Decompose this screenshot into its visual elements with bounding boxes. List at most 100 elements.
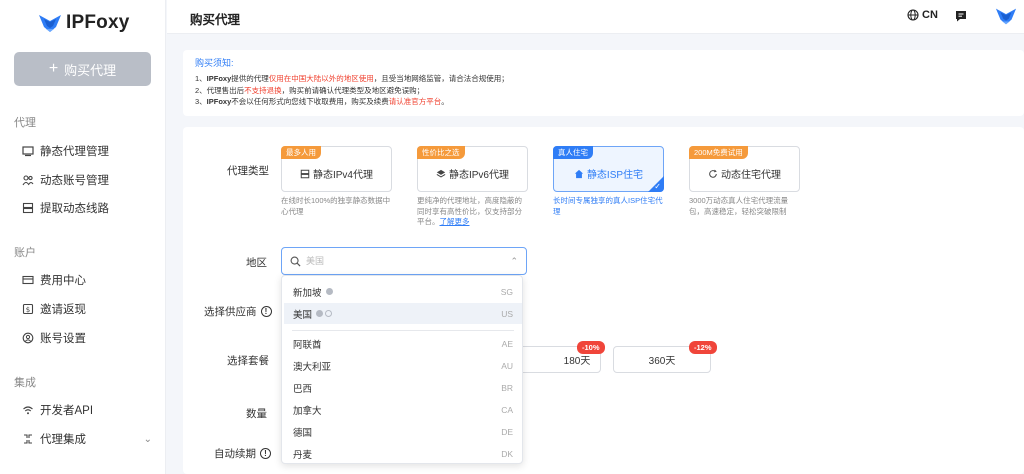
svg-text:$: $ <box>26 306 30 314</box>
top-header: 购买代理 CN <box>167 0 1024 34</box>
sidebar-item-invite[interactable]: $ 邀请返现 <box>22 301 152 317</box>
dollar-box-icon: $ <box>22 303 34 315</box>
section-title-integration: 集成 <box>14 377 36 389</box>
message-button[interactable] <box>954 9 968 26</box>
page-title: 购买代理 <box>190 13 241 27</box>
auto-renew-label: 自动续期 ! <box>214 446 271 461</box>
type-card-dynamic-residential[interactable]: 200M免费试用 动态住宅代理 <box>689 146 800 192</box>
type-desc: 更纯净的代理地址，高度隐蔽的同时享有高性价比，仅支持部分平台。了解更多 <box>417 196 522 226</box>
user-circle-icon <box>22 332 34 344</box>
server-icon <box>22 202 34 214</box>
type-name: 静态IPv4代理 <box>312 170 373 181</box>
notice-line-3: 3、IPFoxy不会以任何形式向您线下收取费用，购买及续费请认准官方平台。 <box>195 97 449 106</box>
region-option-us[interactable]: 美国 US <box>284 303 522 324</box>
region-option-ae[interactable]: 阿联酋 AE <box>284 333 522 354</box>
wifi-icon <box>23 406 33 415</box>
section-title-proxy: 代理 <box>14 117 36 129</box>
layers-icon <box>436 169 446 177</box>
divider <box>292 330 514 331</box>
avatar[interactable] <box>995 6 1017 29</box>
type-name: 静态ISP住宅 <box>586 170 644 181</box>
sidebar: IPFoxy + 购买代理 代理 静态代理管理 动态账号管理 提取动态线路 账户… <box>0 0 166 474</box>
info-icon[interactable]: ! <box>260 448 271 459</box>
buy-proxy-label: 购买代理 <box>64 62 117 78</box>
sidebar-item-dynamic-account[interactable]: 动态账号管理 <box>22 172 152 188</box>
server-icon <box>300 169 310 178</box>
sidebar-item-settings[interactable]: 账号设置 <box>22 330 152 346</box>
region-label: 地区 <box>246 257 267 269</box>
proxy-type-label: 代理类型 <box>227 165 269 177</box>
type-card-static-isp[interactable]: 真人住宅 静态ISP住宅 ✓ <box>553 146 664 192</box>
chevron-down-icon[interactable]: ⌄ <box>144 434 152 445</box>
sidebar-item-billing[interactable]: 费用中心 <box>22 272 152 288</box>
dot-icon <box>316 310 324 317</box>
discount-badge: -10% <box>577 341 605 354</box>
notice-title: 购买须知: <box>195 58 234 68</box>
plus-icon: + <box>48 60 59 77</box>
type-desc: 长时间专属独享的真人ISP住宅代理 <box>553 196 663 216</box>
discount-badge: -12% <box>689 341 717 354</box>
section-title-account: 账户 <box>14 247 36 259</box>
logo[interactable]: IPFoxy <box>38 12 130 34</box>
users-icon <box>22 175 34 186</box>
globe-icon <box>907 9 919 21</box>
sidebar-item-proxy-integration[interactable]: 代理集成 ⌄ <box>22 431 152 447</box>
sidebar-item-developer-api[interactable]: 开发者API <box>22 402 152 418</box>
ring-icon <box>325 310 333 317</box>
refresh-icon <box>709 169 717 178</box>
fox-logo-icon <box>39 15 61 32</box>
type-desc: 3000万动态真人住宅代理流量包，高速稳定，轻松突破限制 <box>689 196 789 216</box>
monitor-icon <box>22 146 34 157</box>
supplier-label: 选择供应商 ! <box>204 304 272 319</box>
learn-more-link[interactable]: 了解更多 <box>440 217 470 226</box>
sidebar-item-label: 费用中心 <box>40 275 86 287</box>
dot-icon <box>325 288 333 295</box>
region-option-ca[interactable]: 加拿大 CA <box>284 399 522 420</box>
sidebar-item-extract-lines[interactable]: 提取动态线路 <box>22 200 152 216</box>
sidebar-item-static-proxy[interactable]: 静态代理管理 <box>22 143 152 159</box>
logo-text: IPFoxy <box>66 12 130 33</box>
region-option-dk[interactable]: 丹麦 DK <box>284 443 522 463</box>
region-option-sg[interactable]: 新加坡 SG <box>284 281 522 302</box>
region-select[interactable]: ⌃ <box>281 247 527 275</box>
type-name: 静态IPv6代理 <box>448 170 509 181</box>
language-label: CN <box>922 9 938 21</box>
region-option-br[interactable]: 巴西 BR <box>284 377 522 398</box>
home-icon <box>574 169 584 178</box>
type-card-static-ipv6[interactable]: 性价比之选 静态IPv6代理 <box>417 146 528 192</box>
sidebar-item-label: 提取动态线路 <box>40 203 109 215</box>
sidebar-item-label: 代理集成 <box>40 434 86 446</box>
sidebar-item-label: 邀请返现 <box>40 304 86 316</box>
type-card-static-ipv4[interactable]: 最多人用 静态IPv4代理 <box>281 146 392 192</box>
chevron-up-icon[interactable]: ⌃ <box>510 256 518 267</box>
fox-avatar-icon <box>995 8 1017 25</box>
type-name: 动态住宅代理 <box>721 170 781 181</box>
notice-line-1: 1、IPFoxy提供的代理仅用在中国大陆以外的地区使用，且受当地网络监管，请合法… <box>195 74 509 83</box>
buy-proxy-button[interactable]: + 购买代理 <box>14 52 151 86</box>
region-dropdown: 新加坡 SG 美国 US 阿联酋 AE 澳大利亚 AU 巴西 BR 加拿大 CA… <box>281 275 523 464</box>
region-search-input[interactable] <box>306 256 506 266</box>
type-badge: 最多人用 <box>281 146 321 159</box>
region-option-au[interactable]: 澳大利亚 AU <box>284 355 522 376</box>
language-switch[interactable]: CN <box>907 9 938 21</box>
info-icon[interactable]: ! <box>260 306 272 317</box>
purchase-form: 代理类型 最多人用 静态IPv4代理 在线时长100%的独享静态数据中心代理 性… <box>183 127 1024 474</box>
sidebar-item-label: 账号设置 <box>40 333 86 345</box>
search-icon <box>290 256 301 267</box>
type-badge: 200M免费试用 <box>689 146 748 159</box>
type-badge: 性价比之选 <box>417 146 465 159</box>
type-desc: 在线时长100%的独享静态数据中心代理 <box>281 196 391 216</box>
region-option-de[interactable]: 德国 DE <box>284 421 522 442</box>
sidebar-item-label: 动态账号管理 <box>40 175 109 187</box>
purchase-notice: 购买须知: 1、IPFoxy提供的代理仅用在中国大陆以外的地区使用，且受当地网络… <box>183 50 1024 116</box>
sidebar-item-label: 开发者API <box>40 405 94 417</box>
quantity-label: 数量 <box>246 408 267 420</box>
sidebar-item-label: 静态代理管理 <box>40 146 109 158</box>
type-badge: 真人住宅 <box>553 146 593 159</box>
message-icon <box>956 11 966 22</box>
check-icon: ✓ <box>654 182 661 191</box>
integration-icon <box>24 434 32 444</box>
card-icon <box>22 275 34 285</box>
notice-line-2: 2、代理售出后不支持退换，购买前请确认代理类型及地区避免误购； <box>195 85 425 95</box>
package-label: 选择套餐 <box>227 355 269 367</box>
